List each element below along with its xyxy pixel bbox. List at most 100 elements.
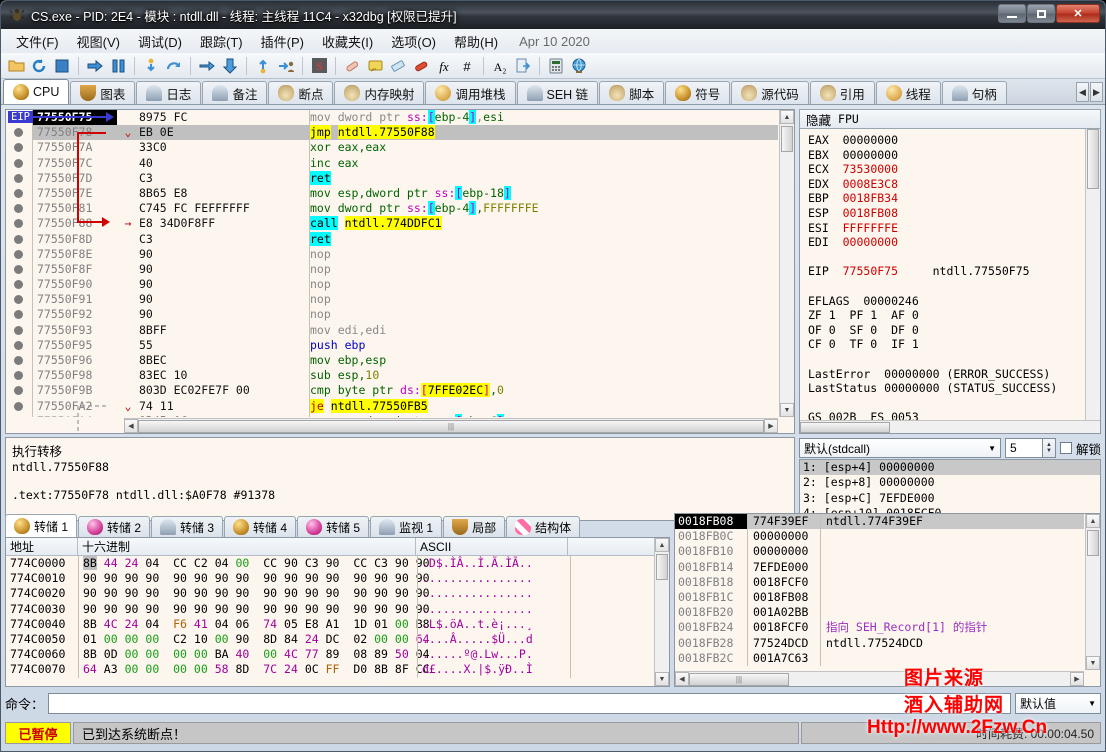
disassembly-row[interactable]: 77550FA2⌄74 11je ntdll.77550FB5	[6, 399, 778, 414]
breakpoint-dot-icon[interactable]	[6, 323, 32, 338]
menu-options[interactable]: 选项(O)	[382, 29, 445, 54]
register-laststatus[interactable]: LastStatus 00000000 (STATUS_SUCCESS)	[808, 381, 1092, 396]
disassembly-row[interactable]: 77550F7A33C0xor eax,eax	[6, 140, 778, 155]
disassembly-row[interactable]: 77550F7E8B65 E8mov esp,dword ptr ss:[ebp…	[6, 186, 778, 201]
registers-header[interactable]: 隐藏 FPU	[799, 109, 1101, 129]
breakpoint-dot-icon[interactable]	[6, 262, 32, 277]
dump-tab[interactable]: 监视 1	[370, 516, 442, 537]
stepper-buttons[interactable]: ▲▼	[1043, 438, 1056, 458]
menu-trace[interactable]: 跟踪(T)	[191, 29, 252, 54]
stack-row[interactable]: 0018FB2877524DCDntdll.77524DCD	[675, 636, 1084, 651]
minimize-button[interactable]	[998, 4, 1026, 23]
tab-notes[interactable]: 备注	[202, 81, 267, 104]
script-s-icon[interactable]: S	[308, 55, 330, 77]
dump-tab[interactable]: 结构体	[506, 516, 580, 537]
tab-seh[interactable]: SEH 链	[517, 81, 599, 104]
register-ebp[interactable]: EBP 0018FB34	[808, 191, 1092, 206]
tab-graph[interactable]: 图表	[70, 81, 135, 104]
register-ebx[interactable]: EBX 00000000	[808, 148, 1092, 163]
step-over-icon[interactable]	[163, 55, 185, 77]
arg-count-stepper[interactable]: 5 ▲▼	[1005, 438, 1056, 458]
breakpoint-dot-icon[interactable]	[6, 186, 32, 201]
breakpoint-dot-icon[interactable]	[6, 140, 32, 155]
scroll-right-icon[interactable]: ▶	[764, 419, 778, 433]
stack-row[interactable]: 0018FB20001A02BB	[675, 605, 1084, 620]
dump-row[interactable]: 774C005001 00 00 00 C2 10 00 90 8D 84 24…	[6, 632, 653, 647]
restart-icon[interactable]	[28, 55, 50, 77]
run-to-icon[interactable]	[252, 55, 274, 77]
calculator-icon[interactable]	[545, 55, 567, 77]
command-preset-select[interactable]: 默认值 ▼	[1015, 693, 1101, 714]
scroll-down-icon[interactable]: ▼	[655, 672, 669, 686]
hash-icon[interactable]: #	[456, 55, 478, 77]
disassembly-row[interactable]: 77550F88→E8 34D0F8FFcall ntdll.774DDFC1	[6, 216, 778, 231]
dump-row[interactable]: 774C003090 90 90 90 90 90 90 90 90 90 90…	[6, 602, 653, 617]
scroll-down-icon[interactable]: ▼	[1086, 656, 1100, 670]
dump-header-hex[interactable]: 十六进制	[78, 538, 416, 556]
tab-source[interactable]: 源代码	[731, 81, 809, 104]
breakpoint-dot-icon[interactable]	[6, 277, 32, 292]
scroll-thumb[interactable]	[1087, 530, 1099, 556]
disassembly-row[interactable]: 77550F78⌄EB 0Ejmp ntdll.77550F88	[6, 125, 778, 140]
globe-icon[interactable]	[568, 55, 590, 77]
argument-rows[interactable]: 1: [esp+4] 000000002: [esp+8] 000000003:…	[800, 460, 1100, 521]
stack-vscrollbar[interactable]: ▲ ▼	[1085, 514, 1100, 670]
scroll-thumb[interactable]	[781, 126, 793, 152]
stack-hscrollbar[interactable]: ◀ ||| ▶	[675, 671, 1084, 686]
dump-tab[interactable]: 转储 1	[5, 514, 77, 537]
font-icon[interactable]: A₂	[489, 55, 511, 77]
dump-header-address[interactable]: 地址	[6, 538, 78, 556]
breakpoint-dot-icon[interactable]	[6, 216, 32, 231]
scroll-thumb[interactable]	[800, 422, 890, 433]
menu-plugins[interactable]: 插件(P)	[252, 29, 313, 54]
dump-row[interactable]: 774C00608B 0D 00 00 00 00 BA 40 00 4C 77…	[6, 647, 653, 662]
menu-help[interactable]: 帮助(H)	[445, 29, 507, 54]
register-eip[interactable]: EIP 77550F75 ntdll.77550F75	[808, 264, 1092, 279]
menu-favourites[interactable]: 收藏夹(I)	[313, 29, 382, 54]
dump-tab[interactable]: 局部	[443, 516, 505, 537]
breakpoint-dot-icon[interactable]	[6, 338, 32, 353]
register-ecx[interactable]: ECX 73530000	[808, 162, 1092, 177]
menu-view[interactable]: 视图(V)	[68, 29, 129, 54]
breakpoint-dot-icon[interactable]	[6, 156, 32, 171]
dump-body[interactable]: 地址 十六进制 ASCII 774C00008B 44 24 04 CC C2 …	[5, 537, 670, 687]
scroll-right-icon[interactable]: ▶	[1070, 672, 1084, 686]
register-edi[interactable]: EDI 00000000	[808, 235, 1092, 250]
pause-icon[interactable]	[107, 55, 129, 77]
breakpoint-dot-icon[interactable]	[6, 368, 32, 383]
tab-log[interactable]: 日志	[136, 81, 201, 104]
register-spacer[interactable]	[808, 250, 1092, 265]
breakpoint-dot-icon[interactable]	[6, 171, 32, 186]
dump-row[interactable]: 774C007064 A3 00 00 00 00 58 8D 7C 24 0C…	[6, 662, 653, 677]
disassembly-row[interactable]: 77550F938BFFmov edi,edi	[6, 323, 778, 338]
dump-row[interactable]: 774C002090 90 90 90 90 90 90 90 90 90 90…	[6, 586, 653, 601]
dump-row[interactable]: 774C00008B 44 24 04 CC C2 04 00 CC 90 C3…	[6, 556, 653, 571]
argument-row[interactable]: 3: [esp+C] 7EFDE000	[800, 491, 1100, 506]
menu-file[interactable]: 文件(F)	[7, 29, 68, 54]
attach-icon[interactable]	[275, 55, 297, 77]
dump-rows[interactable]: 774C00008B 44 24 04 CC C2 04 00 CC 90 C3…	[6, 556, 653, 686]
disassembly-row[interactable]: 77550F9290nop	[6, 307, 778, 322]
scroll-left-icon[interactable]: ◀	[675, 672, 689, 686]
stack-row[interactable]: 0018FB180018FCF0	[675, 575, 1084, 590]
register-esp[interactable]: ESP 0018FB08	[808, 206, 1092, 221]
stop-icon[interactable]	[51, 55, 73, 77]
disassembly-row[interactable]: 77550F9555push ebp	[6, 338, 778, 353]
breakpoint-icon[interactable]	[410, 55, 432, 77]
scroll-thumb[interactable]	[1087, 129, 1099, 189]
registers-vscrollbar[interactable]	[1085, 129, 1100, 420]
stack-row[interactable]: 0018FB0C00000000	[675, 529, 1084, 544]
scroll-up-icon[interactable]: ▲	[780, 110, 794, 124]
open-folder-icon[interactable]	[5, 55, 27, 77]
registers-hscrollbar[interactable]	[800, 420, 1100, 433]
tab-breakpoints[interactable]: 断点	[268, 81, 333, 104]
dump-row[interactable]: 774C001090 90 90 90 90 90 90 90 90 90 90…	[6, 571, 653, 586]
breakpoint-dot-icon[interactable]	[6, 353, 32, 368]
step-into-icon[interactable]	[140, 55, 162, 77]
dump-vscrollbar[interactable]: ▲ ▼	[654, 538, 669, 686]
register-eflags[interactable]: EFLAGS 00000246	[808, 294, 1092, 309]
scroll-thumb[interactable]: |||	[689, 673, 789, 686]
tab-scroll-left-icon[interactable]: ◀	[1076, 82, 1089, 102]
notes-icon[interactable]	[387, 55, 409, 77]
dump-tab[interactable]: 转储 5	[297, 516, 369, 537]
